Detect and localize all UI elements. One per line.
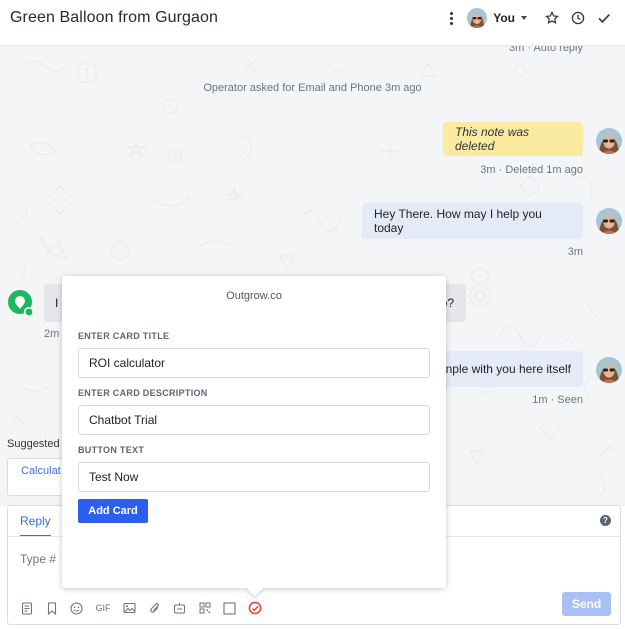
qr-code-icon[interactable] xyxy=(196,600,213,617)
outgrow-card-popup: Outgrow.co ENTER CARD TITLE ENTER CARD D… xyxy=(62,276,446,597)
deleted-note-meta: 3m · Deleted 1m ago xyxy=(480,164,583,176)
snooze-clock-icon[interactable] xyxy=(565,6,591,30)
suggestion-chip[interactable]: Calculat xyxy=(21,465,61,477)
button-text-label: BUTTON TEXT xyxy=(78,445,145,455)
conversation-title: Green Balloon from Gurgaon xyxy=(10,9,219,26)
composer-toolbar: GIF xyxy=(18,599,271,617)
resolve-check-icon[interactable] xyxy=(591,6,617,30)
deleted-note-text: This note was deleted xyxy=(455,125,530,153)
star-icon[interactable] xyxy=(539,6,565,30)
help-icon[interactable]: ? xyxy=(600,515,611,526)
card-description-input[interactable] xyxy=(78,405,430,435)
outgrow-icon[interactable] xyxy=(246,600,263,617)
visitor-message-start: I xyxy=(55,296,59,310)
tab-reply[interactable]: Reply xyxy=(20,514,51,537)
agent-message-bubble: Hey There. How may I help you today xyxy=(362,203,583,239)
conversation-header: Green Balloon from Gurgaon You xyxy=(0,0,625,46)
chevron-down-icon xyxy=(521,16,527,20)
deleted-note-bubble: This note was deleted xyxy=(443,122,583,156)
agent-reply-text: nple with you here itself xyxy=(445,362,571,376)
gif-icon[interactable]: GIF xyxy=(93,600,113,617)
card-description-label: ENTER CARD DESCRIPTION xyxy=(78,388,208,398)
auto-reply-meta: 3m · Auto reply xyxy=(509,46,583,54)
square-card-icon[interactable] xyxy=(221,600,238,617)
add-card-button[interactable]: Add Card xyxy=(78,499,148,523)
attachment-icon[interactable] xyxy=(146,600,163,617)
card-title-input[interactable] xyxy=(78,348,430,378)
emoji-icon[interactable] xyxy=(68,600,85,617)
agent-message-meta: 3m xyxy=(567,246,583,258)
send-button[interactable]: Send xyxy=(562,592,611,616)
notes-icon[interactable] xyxy=(18,600,35,617)
agent-reply-meta: 1m · Seen xyxy=(532,394,583,406)
assignee-avatar xyxy=(467,8,488,28)
bookmark-icon[interactable] xyxy=(43,600,60,617)
gif-label: GIF xyxy=(95,603,111,613)
button-text-input[interactable] xyxy=(78,462,430,492)
visitor-balloon-avatar xyxy=(8,290,34,318)
reply-input[interactable] xyxy=(20,552,60,566)
assignee-dropdown[interactable]: You xyxy=(467,8,527,28)
card-title-label: ENTER CARD TITLE xyxy=(78,331,170,341)
image-icon[interactable] xyxy=(121,600,138,617)
agent-avatar xyxy=(596,208,622,234)
popup-title: Outgrow.co xyxy=(226,290,282,302)
suggested-label: Suggested xyxy=(7,438,60,450)
assignee-name: You xyxy=(493,11,515,25)
more-options-icon[interactable] xyxy=(441,6,461,30)
bot-icon[interactable] xyxy=(171,600,188,617)
visitor-message-meta: 2m xyxy=(44,328,60,340)
header-actions: You xyxy=(441,6,617,30)
agent-avatar xyxy=(596,128,622,154)
operator-system-note: Operator asked for Email and Phone 3m ag… xyxy=(203,82,422,94)
agent-message-text: Hey There. How may I help you today xyxy=(374,207,542,235)
agent-avatar xyxy=(596,357,622,383)
